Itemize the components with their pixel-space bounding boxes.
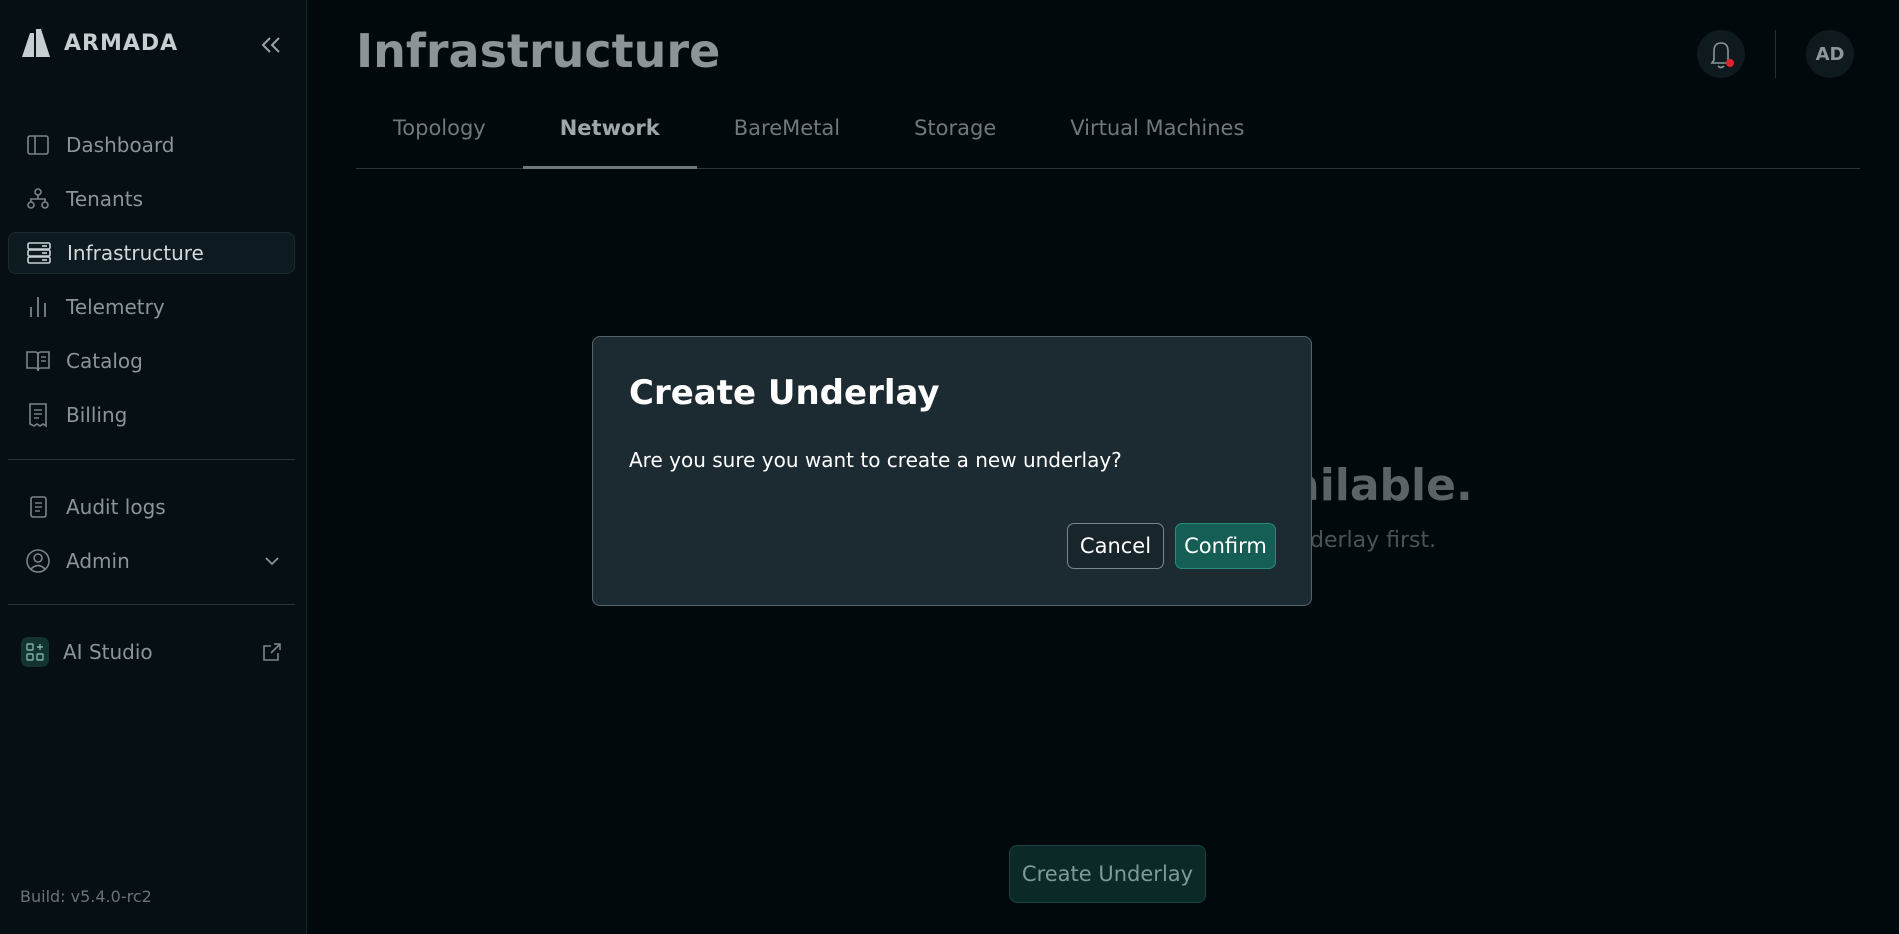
create-underlay-dialog: Create Underlay Are you sure you want to… xyxy=(592,336,1312,606)
cancel-button[interactable]: Cancel xyxy=(1067,523,1164,569)
dialog-title: Create Underlay xyxy=(629,373,940,413)
dialog-message: Are you sure you want to create a new un… xyxy=(629,448,1122,472)
confirm-button[interactable]: Confirm xyxy=(1175,523,1276,569)
